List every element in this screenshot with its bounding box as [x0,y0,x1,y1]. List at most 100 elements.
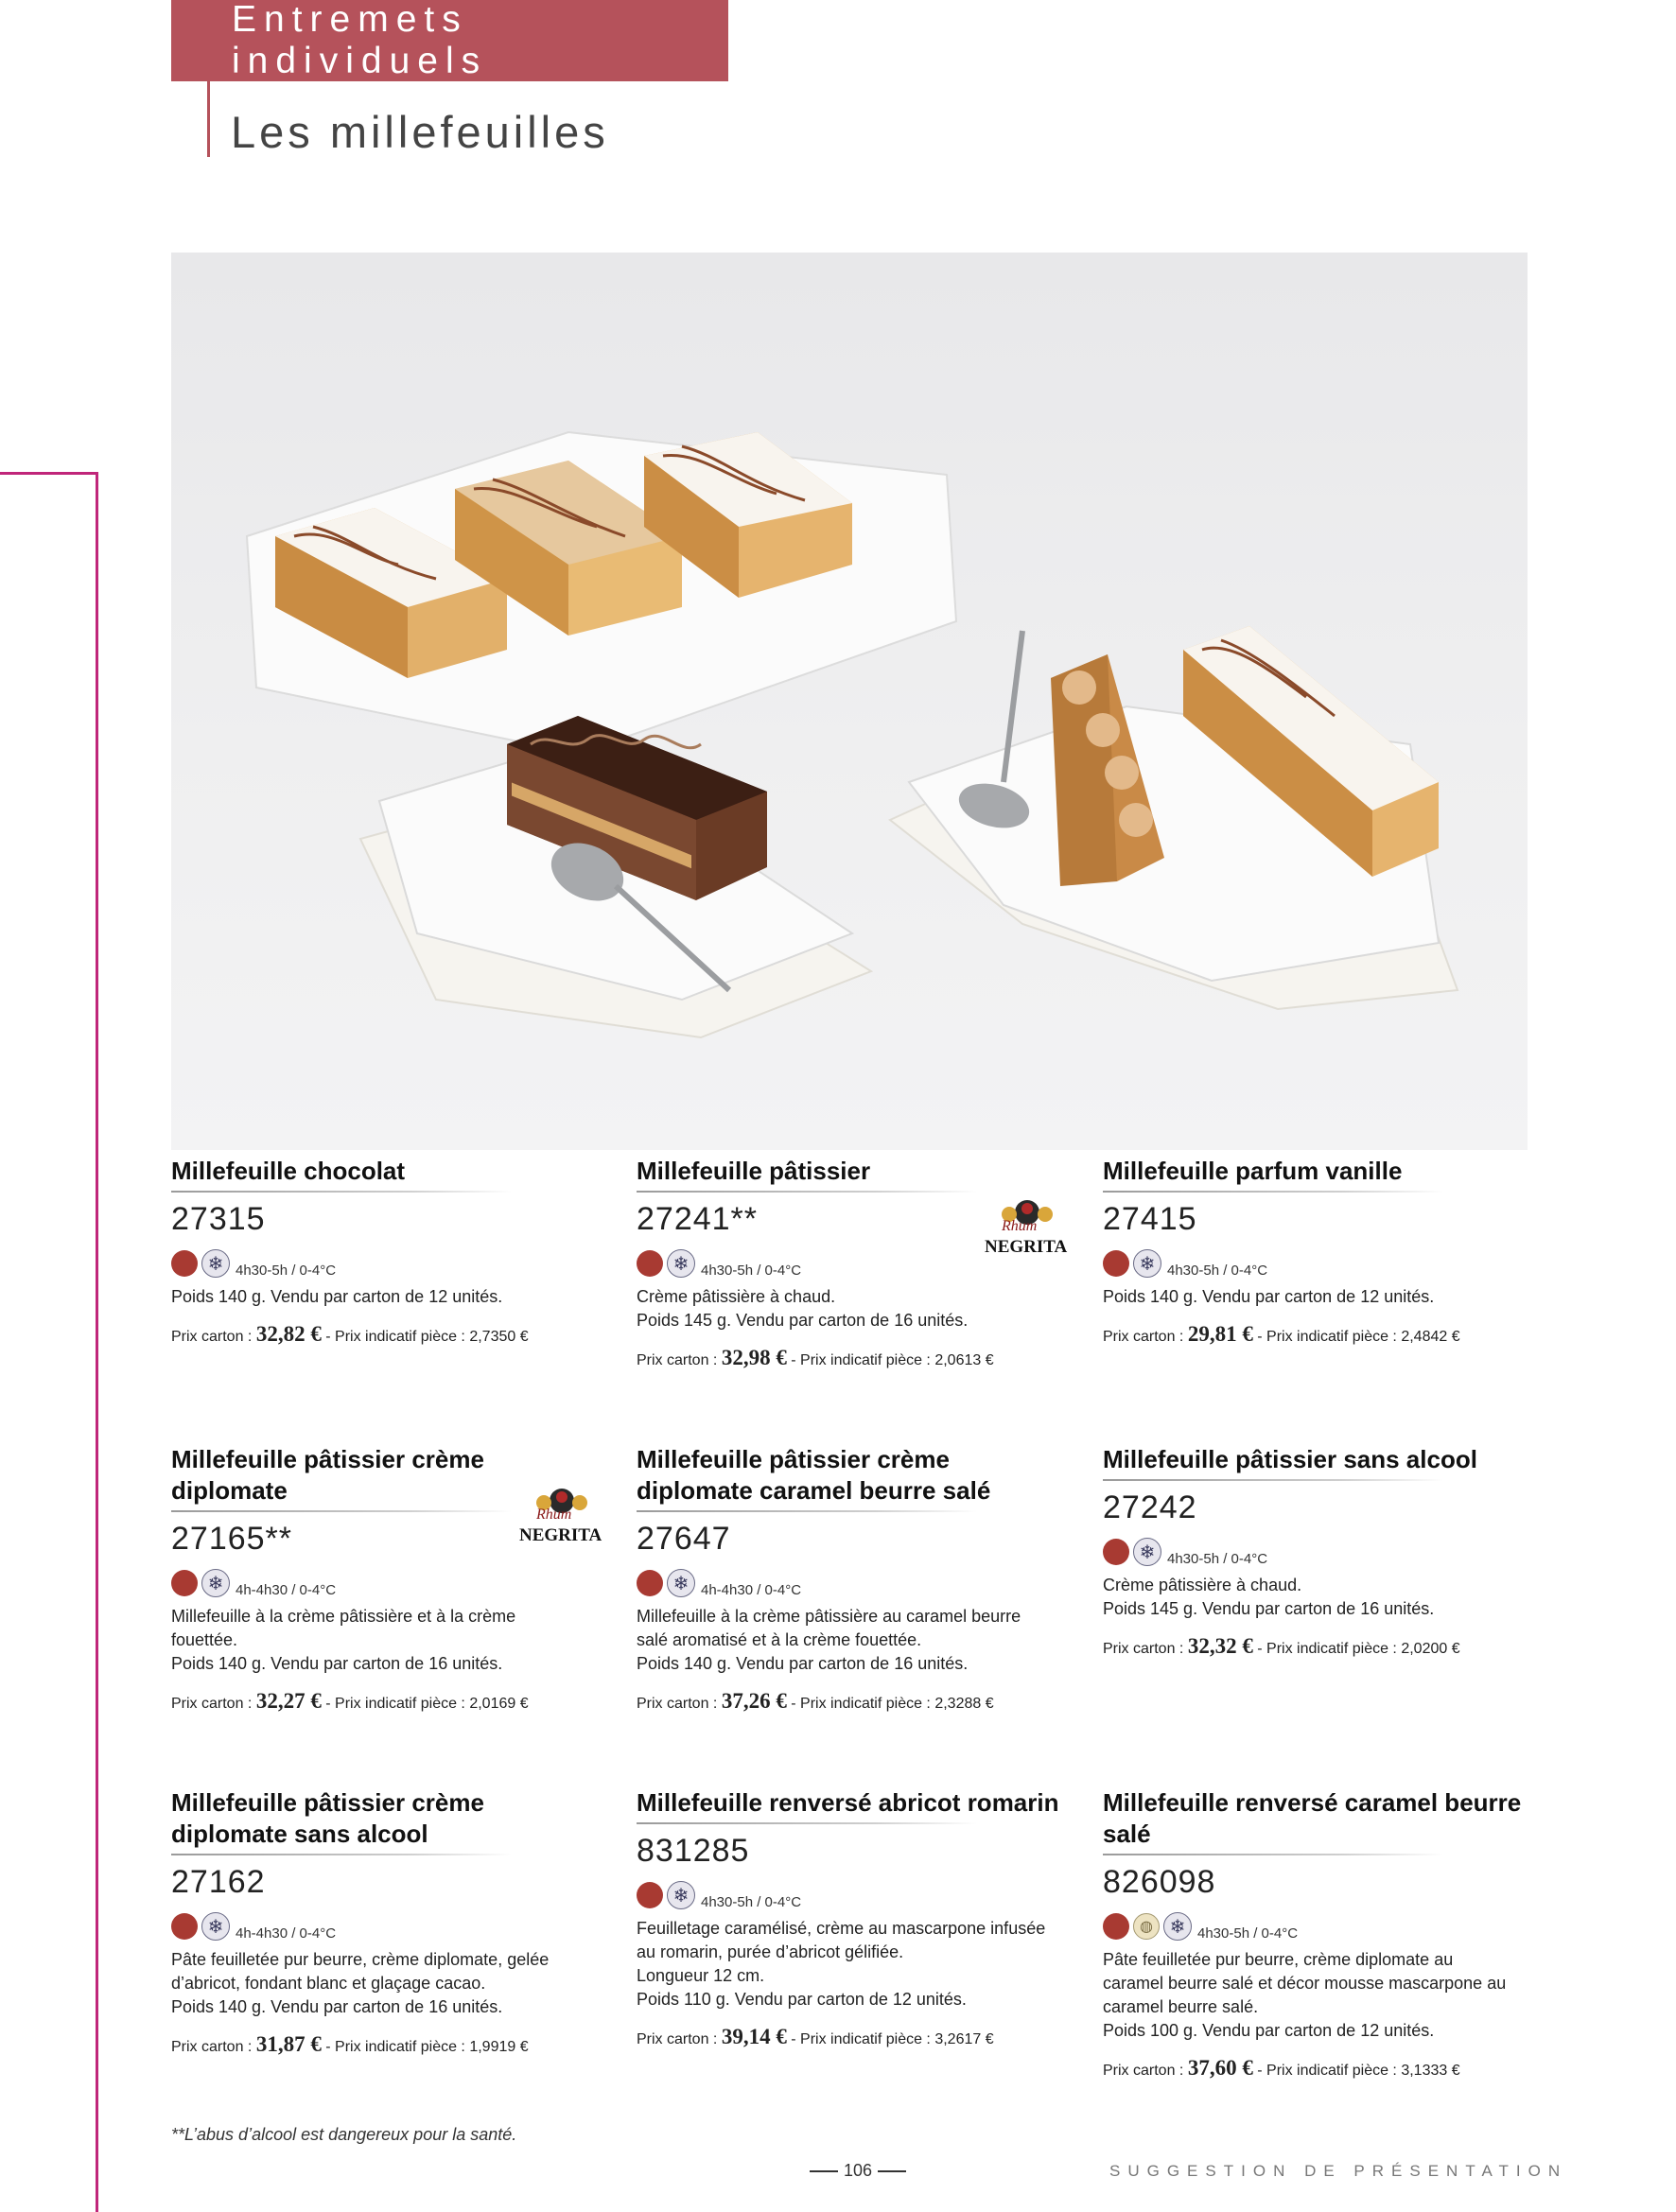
section-rule [207,81,210,157]
negrita-logo: Rhum NEGRITA [985,1197,1070,1260]
dessert-red-icon [637,1250,663,1277]
dessert-red-icon [637,1882,663,1908]
product-name: Millefeuille chocolat [171,1157,406,1185]
section-title: Les millefeuilles [231,107,609,157]
price-piece: - Prix indicatif pièce : 2,4842 € [1257,1329,1460,1345]
frozen-icon: ❄ [1133,1538,1161,1566]
product-name: Millefeuille renversé abricot romarin [637,1788,1059,1817]
price-label: Prix carton : [171,1696,253,1712]
product-card: Millefeuille pâtissier crème diplomate 2… [171,1444,529,1714]
divider [171,1191,512,1193]
product-photo [171,253,1528,1150]
divider [1103,1854,1443,1855]
frozen-icon: ❄ [201,1249,230,1278]
thaw-time: 4h-4h30 / 0-4°C [701,1581,802,1598]
logo-name: NEGRITA [985,1237,1068,1257]
price-label: Prix carton : [637,2031,718,2047]
price-carton: 37,60 € [1187,2056,1253,2080]
price-piece: - Prix indicatif pièce : 2,0613 € [791,1352,994,1368]
price-carton: 29,81 € [1187,1322,1253,1346]
product-icons: ❄ 4h-4h30 / 0-4°C [171,1910,597,1942]
product-name: Millefeuille parfum vanille [1103,1157,1403,1185]
divider [637,1510,977,1512]
price-carton: 31,87 € [255,2032,322,2056]
product-code: 27647 [637,1521,731,1557]
dash-right [878,2170,907,2173]
frozen-icon: ❄ [1163,1912,1192,1941]
logo-script: Rhum [1002,1218,1038,1234]
price-piece: - Prix indicatif pièce : 3,2617 € [791,2031,994,2047]
price-carton: 37,26 € [721,1689,787,1713]
product-description: Poids 140 g. Vendu par carton de 12 unit… [1103,1287,1435,1306]
thaw-time: 4h30-5h / 0-4°C [701,1893,802,1910]
product-description: Pâte feuilletée pur beurre, crème diplom… [171,1950,550,2016]
product-card: Millefeuille parfum vanille 27415 ❄ 4h30… [1103,1156,1528,1347]
price-piece: - Prix indicatif pièce : 3,1333 € [1257,2063,1460,2079]
product-card: Millefeuille pâtissier 27241** ❄ 4h30-5h… [637,1156,1062,1370]
dessert-red-icon [171,1250,198,1277]
product-icons: ❄ 4h30-5h / 0-4°C [1103,1247,1528,1280]
millefeuille-illustration [245,430,1459,1039]
product-code: 27242 [1103,1489,1197,1525]
price-label: Prix carton : [637,1696,718,1712]
thaw-time: 4h30-5h / 0-4°C [236,1262,337,1279]
price-piece: - Prix indicatif pièce : 2,3288 € [791,1696,994,1712]
product-price: Prix carton : 31,87 € - Prix indicatif p… [171,2032,597,2057]
margin-line-horizontal [0,472,98,475]
product-card: Millefeuille pâtissier crème diplomate c… [637,1444,1062,1714]
price-label: Prix carton : [1103,1641,1184,1657]
product-price: Prix carton : 32,27 € - Prix indicatif p… [171,1689,597,1714]
category-banner: Entremets individuels [171,0,728,81]
product-code: 27415 [1103,1201,1197,1237]
divider [171,1510,512,1512]
price-carton: 39,14 € [721,2025,787,2048]
dash-left [810,2170,838,2173]
price-carton: 32,32 € [1187,1634,1253,1658]
product-code: 831285 [637,1833,750,1869]
dessert-red-icon [171,1570,198,1596]
price-label: Prix carton : [171,2039,253,2055]
price-piece: - Prix indicatif pièce : 2,0169 € [325,1696,529,1712]
product-name: Millefeuille pâtissier crème diplomate [171,1445,484,1505]
price-carton: 32,27 € [255,1689,322,1713]
divider [637,1822,977,1824]
cream-icon: ◍ [1133,1913,1160,1940]
frozen-icon: ❄ [667,1249,695,1278]
dessert-red-icon [171,1913,198,1940]
product-name: Millefeuille pâtissier sans alcool [1103,1445,1477,1473]
thaw-time: 4h30-5h / 0-4°C [1197,1925,1299,1942]
price-carton: 32,82 € [255,1322,322,1346]
product-code: 27165** [171,1521,293,1557]
product-price: Prix carton : 32,98 € - Prix indicatif p… [637,1346,1062,1370]
price-carton: 32,98 € [721,1346,787,1369]
product-icons: ❄ 4h30-5h / 0-4°C [637,1879,1072,1911]
thaw-time: 4h30-5h / 0-4°C [1167,1262,1268,1279]
negrita-logo: Rhum NEGRITA [519,1486,604,1548]
frozen-icon: ❄ [201,1569,230,1597]
category-title: Entremets individuels [232,0,488,81]
page-number: 106 [804,2161,912,2181]
price-label: Prix carton : [1103,2063,1184,2079]
product-price: Prix carton : 29,81 € - Prix indicatif p… [1103,1322,1528,1347]
alcohol-footnote: **L’abus d’alcool est dangereux pour la … [171,2125,517,2144]
product-price: Prix carton : 39,14 € - Prix indicatif p… [637,2025,1072,2049]
product-icons: ❄ 4h-4h30 / 0-4°C [171,1567,512,1599]
thaw-time: 4h30-5h / 0-4°C [701,1262,802,1279]
product-card: Millefeuille renversé abricot romarin 83… [637,1787,1072,2049]
divider [171,1854,512,1855]
product-price: Prix carton : 37,26 € - Prix indicatif p… [637,1689,1062,1714]
product-description: Crème pâtissière à chaud. Poids 145 g. V… [1103,1576,1435,1618]
dessert-red-icon [1103,1913,1129,1940]
product-description: Feuilletage caramélisé, crème au mascarp… [637,1919,1046,2009]
product-description: Crème pâtissière à chaud. Poids 145 g. V… [637,1287,969,1330]
divider [637,1191,977,1193]
price-label: Prix carton : [1103,1329,1184,1345]
product-code: 27162 [171,1864,266,1900]
page-number-value: 106 [844,2161,873,2180]
product-name: Millefeuille pâtissier crème diplomate s… [171,1788,484,1848]
presentation-note: SUGGESTION DE PRÉSENTATION [1109,2162,1568,2180]
product-name: Millefeuille pâtissier [637,1157,871,1185]
divider [1103,1479,1443,1481]
thaw-time: 4h-4h30 / 0-4°C [236,1581,337,1598]
price-piece: - Prix indicatif pièce : 1,9919 € [325,2039,529,2055]
